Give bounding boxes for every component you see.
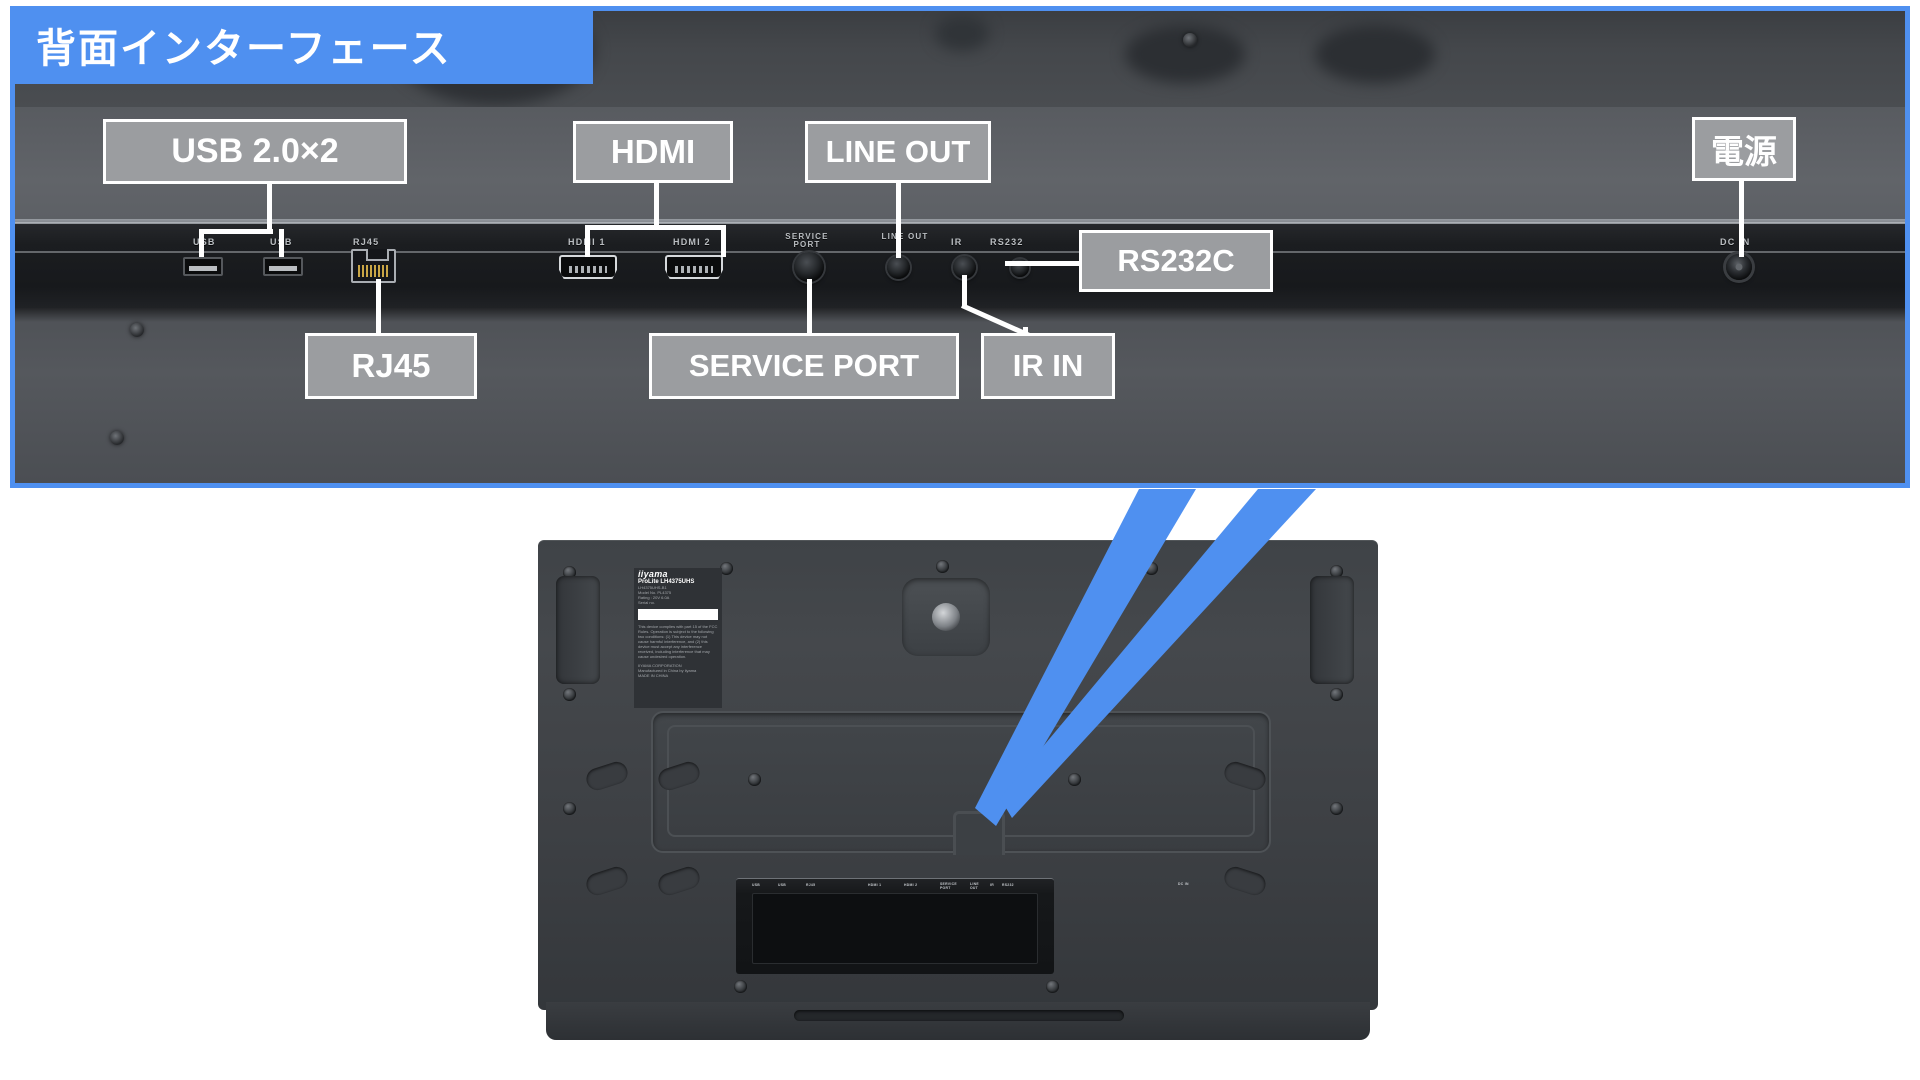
silk-usb-1: USB (193, 237, 216, 247)
chassis-lower-shadow (15, 308, 1905, 322)
silk-hdmi-2: HDMI 2 (673, 237, 711, 247)
vesa-mount-plate (651, 711, 1271, 855)
leader-hdmi-stem-2 (721, 225, 726, 257)
monitor-bottom-edge (546, 1002, 1370, 1040)
leader-service-port (807, 279, 812, 339)
chassis-screw (110, 431, 124, 445)
label-line5: Serial no. (638, 600, 655, 605)
io-silk-line-out: LINE OUT (970, 882, 979, 890)
callout-service-port[interactable]: SERVICE PORT (649, 333, 959, 399)
callout-rs232c[interactable]: RS232C (1079, 230, 1273, 292)
usb-port-1 (183, 257, 223, 276)
chassis-recess-shape (1315, 25, 1435, 83)
silk-rs232: RS232 (990, 237, 1024, 247)
callout-ir-in[interactable]: IR IN (981, 333, 1115, 399)
label-origin: MADE IN CHINA (638, 673, 669, 678)
leader-power (1739, 171, 1744, 257)
callout-power-label: 電源 (1711, 132, 1777, 171)
product-spec-label: iiyama ProLite LH4375UHS LH4375UHS-B1 Mo… (634, 568, 722, 708)
io-recess-cavity (752, 893, 1038, 964)
cable-clip (953, 811, 1005, 855)
carry-handle-left (556, 576, 600, 684)
callout-rj45[interactable]: RJ45 (305, 333, 477, 399)
leader-hdmi-horizontal (585, 225, 726, 230)
callout-line-out-label: LINE OUT (825, 134, 971, 169)
bottom-vent-slot (794, 1010, 1124, 1021)
io-silk-dc-in: DC IN (1178, 882, 1189, 886)
io-silk-usb-1: USB (752, 883, 761, 887)
center-mount-boss (902, 578, 990, 656)
chassis-screw (130, 323, 144, 337)
io-silk-usb-2: USB (778, 883, 787, 887)
io-silk-rj45: RJ45 (806, 883, 816, 887)
monitor-rear-product-photo: iiyama ProLite LH4375UHS LH4375UHS-B1 Mo… (538, 540, 1378, 1040)
leader-usb-horizontal (199, 229, 273, 234)
carry-handle-right (1310, 576, 1354, 684)
callout-power[interactable]: 電源 (1692, 117, 1796, 181)
callout-rj45-label: RJ45 (351, 347, 431, 384)
chassis-lower-band (15, 308, 1905, 483)
section-header-tab: 背面インターフェース (10, 6, 593, 84)
service-port-jack (794, 252, 824, 282)
io-silk-rs232: RS232 (1002, 883, 1014, 887)
callout-line-out[interactable]: LINE OUT (805, 121, 991, 183)
line-out-jack (887, 256, 910, 279)
monitor-io-recess: USB USB RJ45 HDMI 1 HDMI 2 SERVICE PORT … (736, 878, 1054, 974)
chassis-screw (1183, 33, 1197, 47)
page-title: 背面インターフェース (36, 26, 452, 72)
leader-usb-stem-2 (279, 229, 284, 257)
hdmi-port-2 (665, 255, 723, 279)
chassis-recess-shape (935, 15, 989, 51)
label-brand: iiyama (638, 569, 668, 579)
hdmi-port-1 (559, 255, 617, 279)
port-bar-sheen (15, 251, 1905, 253)
callout-ir-in-label: IR IN (1012, 348, 1084, 383)
callout-usb[interactable]: USB 2.0×2 (103, 119, 407, 184)
callout-usb-label: USB 2.0×2 (171, 132, 339, 170)
usb-port-2 (263, 257, 303, 276)
silk-rj45: RJ45 (353, 237, 380, 247)
monitor-rear-shell: iiyama ProLite LH4375UHS LH4375UHS-B1 Mo… (538, 540, 1378, 1010)
rj45-port (351, 249, 396, 283)
callout-rs232c-label: RS232C (1117, 243, 1235, 278)
page-root: USB USB RJ45 HDMI 1 HDMI 2 SERVICE PORT … (0, 0, 1920, 1080)
label-fine-print: This device complies with part 15 of the… (638, 624, 718, 659)
silk-line-out: LINE OUT (881, 232, 929, 241)
silk-service-port: SERVICE PORT (785, 232, 829, 249)
dc-in-port (1726, 254, 1752, 280)
callout-hdmi[interactable]: HDMI (573, 121, 733, 183)
silk-dc-in: DC IN (1720, 237, 1751, 247)
callout-hdmi-label: HDMI (610, 133, 696, 170)
silk-ir: IR (951, 237, 963, 247)
leader-hdmi-stem-1 (585, 225, 590, 257)
io-silk-hdmi-2: HDMI 2 (904, 883, 918, 887)
leader-rj45 (376, 279, 381, 339)
leader-usb-stem-1 (199, 229, 204, 257)
io-silk-service-port: SERVICE PORT (940, 882, 957, 890)
callout-service-port-label: SERVICE PORT (688, 348, 920, 383)
leader-line-out (896, 174, 901, 258)
io-silk-hdmi-1: HDMI 1 (868, 883, 882, 887)
label-serial-blank (638, 609, 718, 620)
io-silk-ir: IR (990, 883, 994, 887)
